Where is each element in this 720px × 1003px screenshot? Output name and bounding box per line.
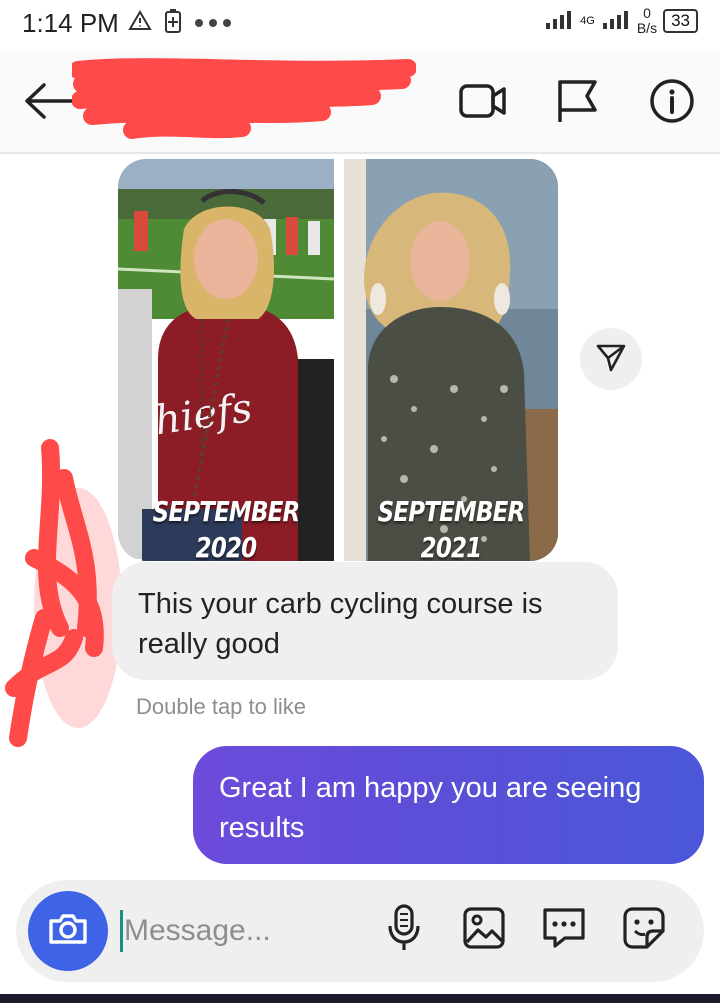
status-icons-right: 4G 0 B/s 33 — [544, 6, 698, 36]
message-composer — [16, 880, 704, 982]
chat-bubble-icon — [541, 906, 587, 955]
received-message-text: This your carb cycling course is really … — [138, 588, 543, 660]
battery-saver-icon — [164, 8, 182, 39]
flag-icon — [555, 78, 599, 129]
before-caption-month: SEPTEMBER — [152, 495, 301, 528]
gallery-button[interactable] — [456, 902, 512, 958]
status-icons-left — [128, 8, 234, 39]
message-thread[interactable]: hiefs SEPTEMBER 2020 SEPTEMBER 2021 This… — [0, 154, 720, 874]
signal-icon — [544, 7, 574, 36]
received-message[interactable]: This your carb cycling course is really … — [112, 562, 618, 680]
back-button[interactable] — [20, 78, 76, 128]
redacted-username — [69, 58, 417, 142]
sticker-icon — [621, 905, 667, 956]
video-camera-icon — [458, 81, 508, 126]
redacted-avatar — [4, 438, 122, 748]
info-button[interactable] — [645, 76, 699, 130]
sent-message-text: Great I am happy you are seeing results — [219, 772, 642, 844]
message-input[interactable] — [124, 906, 364, 956]
camera-button[interactable] — [28, 891, 108, 971]
video-call-button[interactable] — [456, 76, 510, 130]
before-caption-year: 2020 — [195, 531, 257, 561]
photo-message[interactable]: hiefs SEPTEMBER 2020 SEPTEMBER 2021 — [118, 159, 558, 561]
info-icon — [649, 78, 695, 129]
signal-2-icon — [601, 7, 631, 36]
more-notifications-icon — [194, 15, 234, 33]
voice-message-button[interactable] — [376, 902, 432, 958]
image-icon — [462, 906, 506, 955]
text-cursor — [120, 910, 123, 952]
arrow-left-icon — [22, 81, 74, 126]
net-speed-value: 0 — [643, 5, 651, 21]
after-photo: SEPTEMBER 2021 — [344, 159, 558, 561]
status-bar: 1:14 PM 4G 0 B/s 33 — [0, 0, 720, 50]
net-speed: 0 B/s — [637, 6, 657, 36]
net-speed-unit: B/s — [636, 20, 658, 36]
share-button[interactable] — [580, 328, 642, 390]
after-caption-year: 2021 — [420, 531, 482, 561]
battery-indicator: 33 — [663, 9, 698, 33]
double-tap-hint: Double tap to like — [136, 694, 306, 719]
warning-icon — [128, 9, 152, 38]
paper-plane-icon — [595, 341, 627, 378]
sent-message[interactable]: Great I am happy you are seeing results — [193, 746, 704, 864]
sticker-button[interactable] — [616, 902, 672, 958]
before-photo: hiefs SEPTEMBER 2020 — [118, 159, 334, 561]
status-time: 1:14 PM — [22, 8, 119, 38]
network-gen-label: 4G — [580, 15, 595, 27]
system-nav-strip — [0, 994, 720, 1003]
after-caption-month: SEPTEMBER — [377, 495, 526, 528]
quick-reply-button[interactable] — [536, 902, 592, 958]
microphone-icon — [386, 903, 422, 957]
chat-header — [0, 52, 720, 154]
camera-icon — [47, 911, 89, 952]
report-button[interactable] — [550, 76, 604, 130]
